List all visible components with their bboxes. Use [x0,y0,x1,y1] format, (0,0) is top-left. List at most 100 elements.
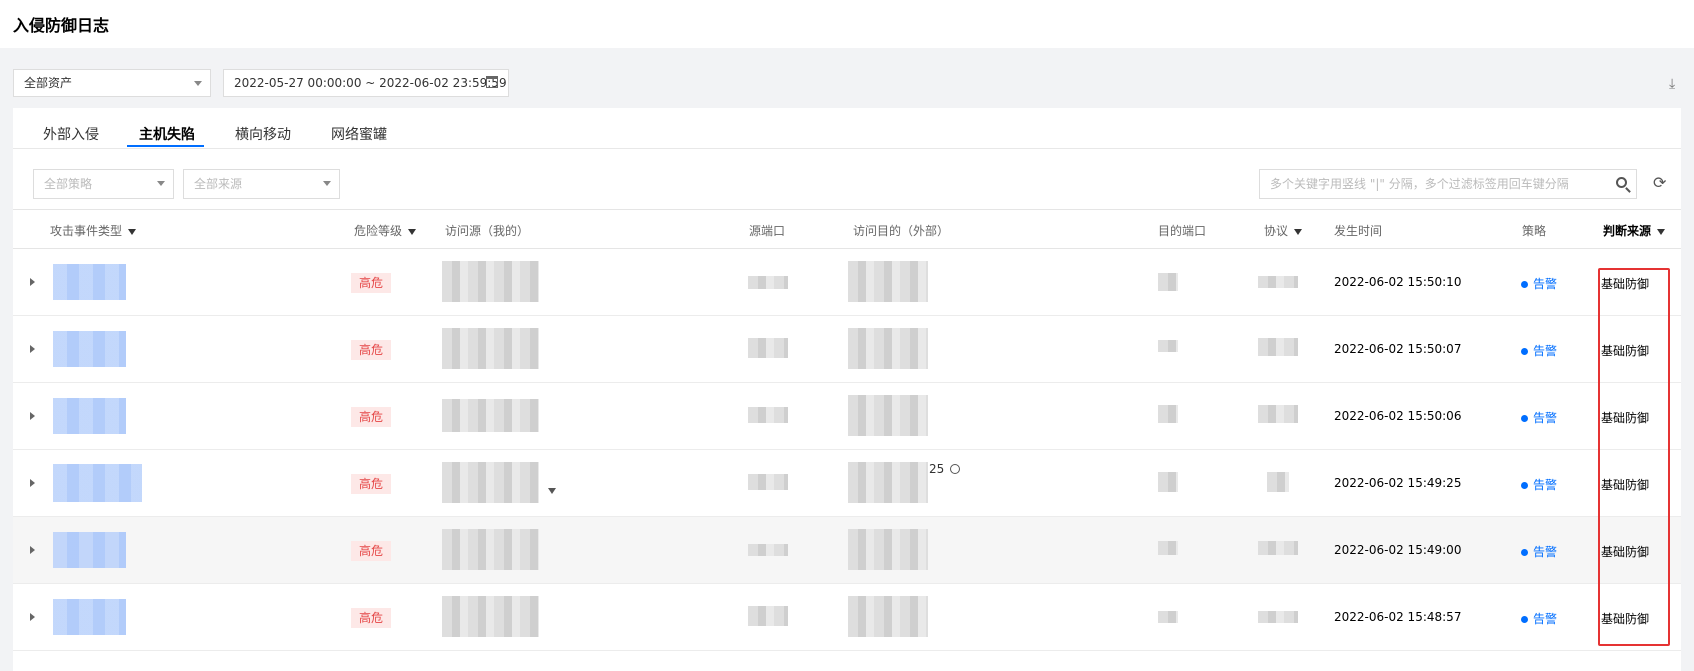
policy-filter-placeholder: 全部策略 [44,177,93,191]
redacted-dest-port [1158,405,1178,423]
redacted-attack-type [53,331,126,367]
event-time: 2022-06-02 15:50:06 [1334,409,1462,423]
chevron-down-icon [157,181,165,186]
policy-status: 告警 [1521,543,1557,560]
redacted-attack-type [53,532,126,568]
policy-label: 告警 [1533,411,1558,425]
policy-status: 告警 [1521,610,1557,627]
refresh-icon[interactable]: ⟳ [1653,173,1666,192]
table-row[interactable]: 高危 2022-06-02 15:50:06 告警 基础防御 [13,383,1681,450]
policy-filter[interactable]: 全部策略 [33,169,174,199]
column-header-label: 危险等级 [354,224,403,238]
policy-status: 告警 [1521,476,1557,493]
redacted-destination [848,395,928,436]
expand-arrow-icon[interactable] [30,546,35,554]
tab-lateral-movement[interactable]: 横向移动 [235,124,291,144]
expand-arrow-icon[interactable] [30,613,35,621]
redacted-source [442,462,539,503]
risk-badge: 高危 [351,340,391,360]
column-header-judge-source[interactable]: 判断来源 [1603,222,1666,239]
table-header: 攻击事件类型 危险等级 访问源（我的） 源端口 访问目的（外部） 目的端口 协议… [13,209,1681,249]
redacted-source-port [748,276,788,289]
table-row[interactable]: 高危 2022-06-02 15:50:10 告警 基础防御 [13,249,1681,316]
redacted-protocol [1258,611,1298,623]
risk-badge: 高危 [351,407,391,427]
redacted-dest-port [1158,340,1178,352]
table-row[interactable]: 高危 25 2022-06-02 15:49:25 告警 基础防御 [13,450,1681,517]
search-input[interactable]: 多个关键字用竖线 "|" 分隔，多个过滤标签用回车键分隔 [1259,169,1637,199]
active-tab-indicator [127,145,204,147]
column-header-protocol[interactable]: 协议 [1264,222,1303,239]
column-header-attack-type[interactable]: 攻击事件类型 [50,222,137,239]
redacted-protocol [1267,472,1289,492]
filter-icon[interactable] [408,228,417,235]
redacted-source-port [748,606,788,626]
expand-arrow-icon[interactable] [30,412,35,420]
redacted-attack-type [53,264,126,300]
column-header-source-port: 源端口 [749,224,786,238]
expand-arrow-icon[interactable] [30,278,35,286]
tab-bar: 外部入侵 主机失陷 横向移动 网络蜜罐 [13,108,1681,149]
tab-host-compromise[interactable]: 主机失陷 [139,124,195,144]
risk-badge: 高危 [351,608,391,628]
policy-label: 告警 [1533,612,1558,626]
redacted-destination [848,529,928,570]
column-header-policy: 策略 [1522,224,1547,238]
status-dot-icon [1521,549,1528,556]
redacted-source-port [748,544,788,556]
redacted-source [442,596,539,637]
expand-arrow-icon[interactable] [30,479,35,487]
date-range-picker[interactable]: 2022-05-27 00:00:00 ~ 2022-06-02 23:59:5… [223,69,509,97]
redacted-attack-type [53,599,126,635]
status-dot-icon [1521,482,1528,489]
filter-icon[interactable] [1294,228,1303,235]
source-filter-placeholder: 全部来源 [194,177,243,191]
redacted-protocol [1258,541,1298,555]
event-time: 2022-06-02 15:49:00 [1334,543,1462,557]
filter-icon[interactable] [548,488,556,494]
asset-select[interactable]: 全部资产 [13,69,211,97]
redacted-source [442,328,539,369]
redacted-source [442,261,539,302]
risk-badge: 高危 [351,474,391,494]
status-dot-icon [1521,616,1528,623]
tab-external-intrusion[interactable]: 外部入侵 [43,124,99,144]
table-row[interactable]: 高危 2022-06-02 15:48:57 告警 基础防御 [13,584,1681,651]
table-row[interactable]: 高危 2022-06-02 15:49:00 告警 基础防御 [13,517,1681,584]
status-dot-icon [1521,281,1528,288]
filter-icon[interactable] [128,228,137,235]
main-panel: 外部入侵 主机失陷 横向移动 网络蜜罐 全部策略 全部来源 多个关键字用竖线 "… [13,108,1681,671]
download-icon[interactable]: ⤓ [1669,76,1675,92]
redacted-protocol [1258,405,1298,423]
source-filter[interactable]: 全部来源 [183,169,340,199]
event-time: 2022-06-02 15:50:07 [1334,342,1462,356]
redacted-protocol [1258,338,1298,356]
risk-badge: 高危 [351,541,391,561]
filter-icon[interactable] [1657,228,1666,235]
column-header-risk[interactable]: 危险等级 [354,222,417,239]
redacted-destination [848,328,928,369]
policy-status: 告警 [1521,409,1557,426]
policy-status: 告警 [1521,275,1557,292]
chevron-down-icon [323,181,331,186]
calendar-icon [486,76,498,88]
redacted-protocol [1258,276,1298,288]
tab-honeypot[interactable]: 网络蜜罐 [331,124,387,144]
page-title: 入侵防御日志 [13,16,110,35]
policy-label: 告警 [1533,478,1558,492]
status-dot-icon [1521,348,1528,355]
search-icon[interactable] [1616,177,1627,188]
policy-status: 告警 [1521,342,1557,359]
redacted-dest-port [1158,273,1178,291]
redacted-source [442,399,539,432]
column-header-label: 攻击事件类型 [50,224,123,238]
chevron-down-icon [194,81,202,86]
redacted-destination [848,596,928,637]
redacted-dest-port [1158,541,1178,555]
expand-arrow-icon[interactable] [30,345,35,353]
search-icon[interactable] [950,464,960,474]
column-header-label: 判断来源 [1603,224,1652,238]
table-row[interactable]: 高危 2022-06-02 15:50:07 告警 基础防御 [13,316,1681,383]
redacted-destination [848,462,928,503]
redacted-attack-type [53,398,126,434]
